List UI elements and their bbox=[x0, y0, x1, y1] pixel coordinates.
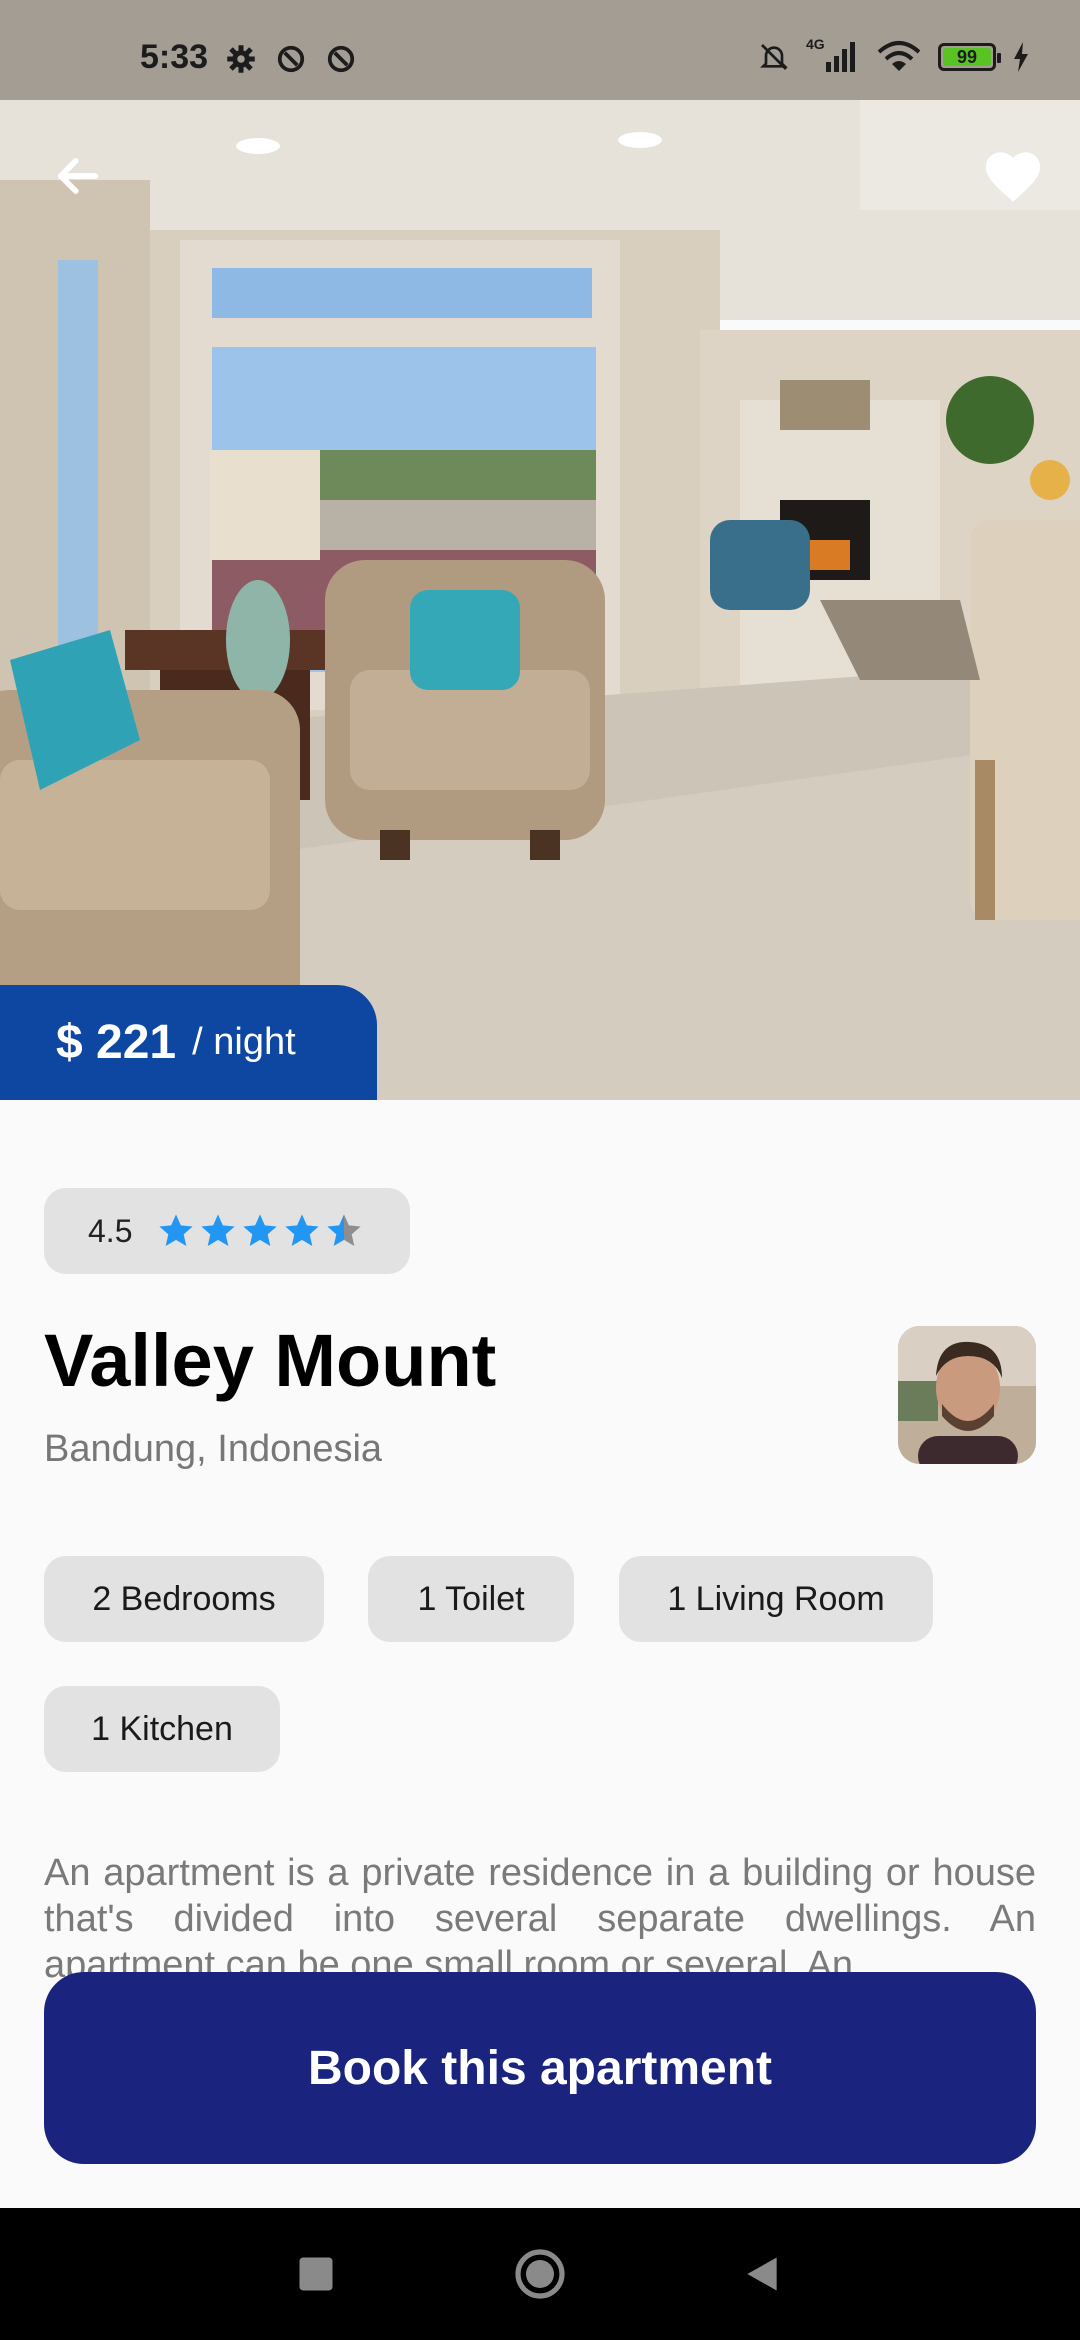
data-saver-icon bbox=[327, 45, 355, 73]
star-rating bbox=[156, 1211, 364, 1251]
price-tag: $ 221 / night bbox=[0, 985, 377, 1100]
status-bar: 5:33 4G 99 bbox=[0, 0, 1080, 100]
listing-location: Bandung, Indonesia bbox=[44, 1428, 383, 1470]
star-icon bbox=[201, 1214, 236, 1246]
heart-icon[interactable] bbox=[982, 146, 1044, 206]
battery-icon: 99 bbox=[938, 43, 1001, 71]
wifi-icon bbox=[877, 41, 921, 71]
feature-chip-living-room: 1 Living Room bbox=[619, 1556, 933, 1642]
feature-chip-bedrooms: 2 Bedrooms bbox=[44, 1556, 324, 1642]
book-apartment-button[interactable]: Book this apartment bbox=[44, 1972, 1036, 2164]
feature-chip-toilet: 1 Toilet bbox=[368, 1556, 574, 1642]
back-triangle-icon[interactable] bbox=[740, 2252, 784, 2296]
back-arrow-icon[interactable] bbox=[52, 150, 104, 202]
rating-chip: 4.5 bbox=[44, 1188, 410, 1274]
price-unit: / night bbox=[192, 1021, 296, 1063]
mute-icon bbox=[760, 44, 788, 70]
star-icon bbox=[243, 1214, 278, 1246]
recents-icon[interactable] bbox=[294, 2252, 338, 2296]
price-amount: $ 221 bbox=[56, 1016, 177, 1069]
signal-icon: 4G bbox=[806, 36, 860, 74]
home-icon[interactable] bbox=[514, 2248, 566, 2300]
listing-description: An apartment is a private residence in a… bbox=[44, 1852, 1036, 1980]
star-icon bbox=[285, 1214, 320, 1246]
host-avatar[interactable] bbox=[898, 1326, 1036, 1464]
vpn-icon bbox=[277, 45, 305, 73]
apartment-photo bbox=[0, 100, 1080, 1100]
battery-level: 99 bbox=[956, 46, 978, 67]
rating-value: 4.5 bbox=[88, 1212, 133, 1249]
status-time: 5:33 bbox=[140, 38, 209, 76]
listing-title: Valley Mount bbox=[44, 1319, 497, 1402]
feature-chip-kitchen: 1 Kitchen bbox=[44, 1686, 280, 1772]
star-icon bbox=[327, 1214, 362, 1246]
gear-icon bbox=[227, 45, 255, 73]
system-nav-bar bbox=[0, 2208, 1080, 2340]
star-icon bbox=[159, 1214, 194, 1246]
charging-icon bbox=[1014, 42, 1028, 72]
